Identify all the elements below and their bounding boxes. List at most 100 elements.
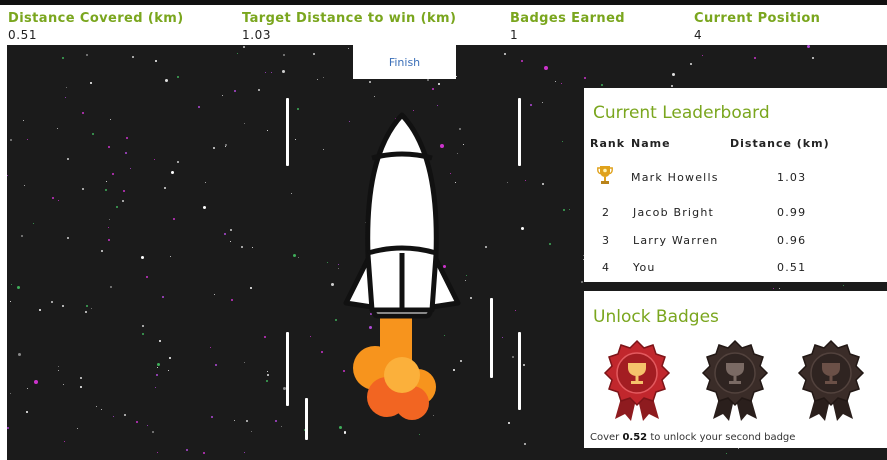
star — [91, 132, 94, 135]
star — [569, 209, 571, 211]
star — [62, 383, 64, 385]
rocket-body — [343, 112, 461, 319]
lane-marker — [305, 398, 308, 440]
star — [584, 76, 587, 79]
star — [264, 71, 266, 73]
star — [95, 405, 97, 407]
star — [541, 101, 543, 103]
star — [670, 84, 673, 87]
star — [310, 335, 312, 337]
star — [432, 87, 435, 90]
star — [33, 379, 38, 384]
star — [512, 355, 515, 358]
star — [163, 187, 166, 190]
star — [560, 82, 562, 84]
star — [124, 413, 127, 416]
hint-amount: 0.52 — [622, 432, 648, 443]
finish-button[interactable]: Finish — [353, 45, 456, 79]
star — [485, 246, 488, 249]
stat-value: 0.51 — [8, 28, 38, 42]
star — [155, 387, 157, 389]
star — [524, 180, 526, 182]
star — [79, 386, 82, 389]
star — [282, 69, 286, 73]
star — [177, 160, 180, 163]
star — [298, 257, 300, 259]
star — [105, 188, 108, 191]
star — [66, 157, 69, 160]
star — [110, 286, 113, 289]
star — [17, 285, 21, 289]
star — [234, 90, 237, 93]
badge-hint: Cover 0.52 to unlock your second badge — [590, 432, 795, 443]
star — [427, 79, 430, 82]
star — [115, 206, 118, 209]
star — [165, 79, 169, 83]
star — [65, 96, 67, 98]
star — [283, 53, 286, 56]
star — [107, 238, 110, 241]
star — [222, 95, 224, 97]
star — [65, 87, 67, 89]
player-name: Larry Warren — [633, 234, 719, 247]
star — [105, 180, 107, 182]
player-name: Mark Howells — [631, 171, 719, 184]
star — [27, 138, 29, 140]
star — [170, 170, 174, 174]
header-name: Name — [631, 137, 671, 150]
star — [297, 108, 300, 111]
star — [50, 301, 53, 304]
star — [85, 311, 88, 314]
star — [252, 246, 254, 248]
star — [529, 104, 532, 107]
star — [64, 440, 66, 442]
star — [76, 427, 78, 429]
star — [91, 308, 93, 310]
star — [689, 62, 692, 65]
star — [10, 300, 12, 302]
star — [110, 119, 112, 121]
star — [170, 255, 172, 257]
star — [726, 452, 728, 454]
star — [9, 392, 11, 394]
header-distance: Distance (km) — [730, 137, 830, 150]
lane-marker — [518, 332, 521, 410]
star — [504, 53, 507, 56]
star — [523, 363, 526, 366]
trophy-icon — [597, 166, 613, 184]
star — [812, 56, 815, 59]
star — [122, 189, 125, 192]
star — [507, 182, 509, 184]
star — [152, 431, 155, 434]
player-name: You — [633, 261, 656, 274]
star — [146, 425, 148, 427]
star — [185, 449, 188, 452]
star — [515, 310, 517, 312]
star — [11, 283, 13, 285]
star — [101, 250, 104, 253]
star — [52, 197, 55, 200]
hint-suffix: to unlock your second badge — [647, 432, 796, 443]
player-name: Jacob Bright — [633, 206, 715, 219]
star — [141, 332, 144, 335]
badge-locked-icon — [797, 339, 865, 421]
star — [7, 174, 9, 176]
stat-badges-earned: Badges Earned 1 — [510, 11, 625, 44]
star — [234, 419, 236, 421]
star — [562, 141, 564, 143]
star — [419, 434, 421, 436]
star — [266, 129, 268, 131]
star — [266, 371, 268, 373]
star — [135, 420, 138, 423]
star — [229, 240, 231, 242]
player-rank: 3 — [602, 234, 611, 247]
star — [563, 208, 566, 211]
star — [132, 55, 135, 58]
lane-marker — [286, 98, 289, 166]
stats-bar: Distance Covered (km) 0.51 Target Distan… — [0, 5, 887, 45]
star — [25, 411, 28, 413]
star — [109, 218, 111, 220]
star — [807, 45, 811, 49]
star — [112, 416, 114, 418]
star — [438, 83, 441, 86]
